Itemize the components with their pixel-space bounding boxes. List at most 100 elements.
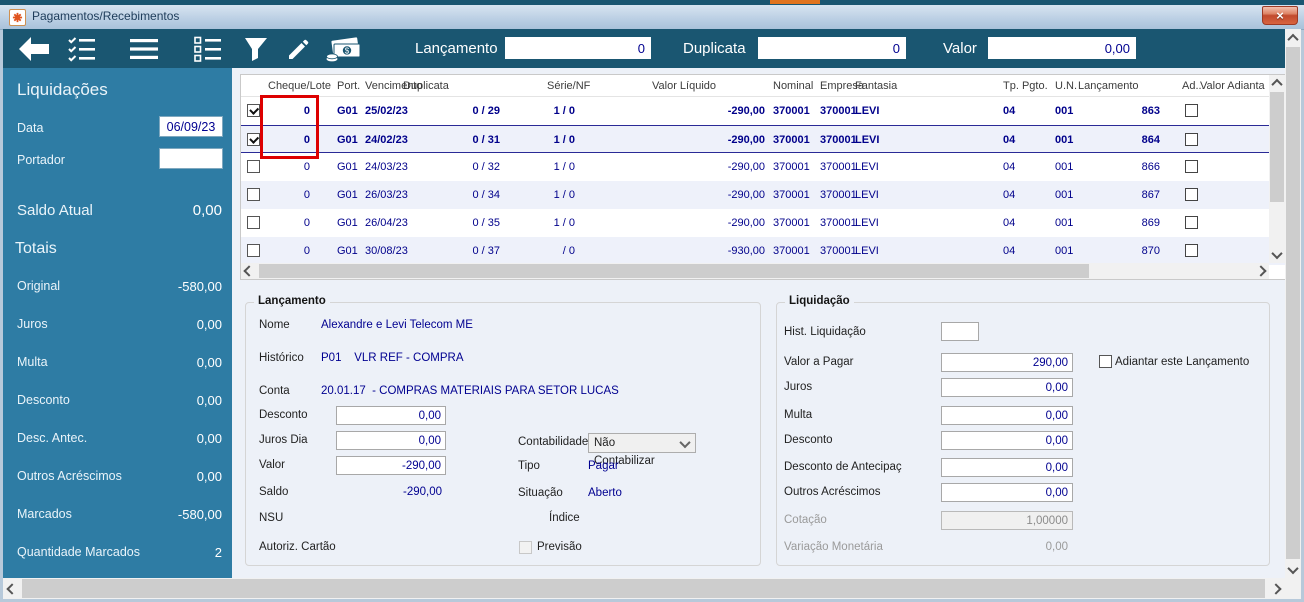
col-header-duplicata[interactable]: Duplicata — [403, 75, 493, 97]
cell-tp: 04 — [1003, 105, 1016, 117]
cell-tp: 04 — [1003, 217, 1016, 229]
row-checkbox[interactable] — [247, 160, 260, 173]
situacao-value: Aberto — [588, 487, 622, 499]
historico-value: P01 VLR REF - COMPRA — [321, 352, 464, 364]
window-scroll-left-button[interactable] — [3, 578, 21, 599]
desconto-input[interactable] — [336, 406, 446, 425]
cell-valor: -290,00 — [727, 217, 765, 229]
multa-input[interactable] — [941, 406, 1073, 425]
row-checkbox[interactable] — [247, 188, 260, 201]
col-header-cheque-lote[interactable]: Cheque/Lote — [268, 75, 348, 97]
pay-button[interactable]: $ — [325, 35, 363, 63]
cell-fantasia: LEVI — [855, 105, 880, 117]
adiantar-checkbox[interactable] — [1099, 355, 1112, 368]
grid-row[interactable]: 0 G01 30/08/23 0 / 37/ 0 -930,00 370001 370001… — [241, 237, 1285, 265]
conta-value: 20.01.17 - COMPRAS MATERIAIS PARA SETOR … — [321, 385, 619, 397]
data-input[interactable] — [159, 116, 223, 137]
contabilidade-select[interactable]: Não Contabilizar — [588, 433, 696, 467]
grid-row[interactable]: 0 G01 24/02/23 0 / 31 1 / 0 -290,00 370001 3700… — [241, 125, 1285, 153]
grid-horizontal-scrollbar[interactable] — [241, 263, 1269, 279]
row-checkbox[interactable] — [247, 216, 260, 229]
window-vscroll-thumb[interactable] — [1286, 47, 1300, 559]
adiantar-row-checkbox[interactable] — [1185, 188, 1198, 201]
window-scroll-right-button[interactable] — [1267, 578, 1285, 599]
window-scroll-down-button[interactable] — [1285, 561, 1301, 578]
col-header-valor-adiantado[interactable]: Valor Adianta — [1200, 75, 1266, 97]
grid-scroll-left-button[interactable] — [241, 263, 257, 279]
cell-nominal: 370001 — [773, 161, 810, 173]
grid-row[interactable]: 0 G01 25/02/23 0 / 29 1 / 0 -290,00 370001 3700… — [241, 97, 1285, 125]
grid-scroll-right-button[interactable] — [1253, 263, 1269, 279]
desconto-label: Desconto — [259, 409, 308, 421]
juros-input[interactable] — [941, 378, 1073, 397]
previsao-checkbox[interactable] — [519, 541, 532, 554]
valor-input[interactable] — [988, 37, 1136, 59]
col-header-fantasia[interactable]: Fantasia — [855, 75, 985, 97]
outros-acrescimos-input[interactable] — [941, 483, 1073, 502]
historico-label: Histórico — [259, 352, 304, 364]
col-header-lancamento[interactable]: Lançamento — [1078, 75, 1168, 97]
chevron-right-icon — [1255, 265, 1267, 277]
grid-vscroll-thumb[interactable] — [1270, 92, 1284, 202]
titlebar[interactable]: Pagamentos/Recebimentos × — [0, 5, 1304, 30]
total-value: 0,00 — [196, 317, 222, 332]
adiantar-row-checkbox[interactable] — [1185, 216, 1198, 229]
chevron-down-icon — [679, 436, 691, 449]
juros-dia-input[interactable] — [336, 431, 446, 450]
grid-scroll-up-button[interactable] — [1269, 75, 1285, 91]
conta-label: Conta — [259, 385, 290, 397]
desconto-liq-input[interactable] — [941, 431, 1073, 450]
edit-button[interactable] — [286, 36, 312, 62]
valor-a-pagar-input[interactable] — [941, 353, 1073, 372]
row-checkbox[interactable] — [247, 244, 260, 257]
adiantar-row-checkbox[interactable] — [1185, 244, 1198, 257]
grid-scroll-down-button[interactable] — [1269, 247, 1285, 263]
col-header-nominal[interactable]: Nominal — [773, 75, 819, 97]
close-button[interactable]: × — [1262, 6, 1298, 25]
cell-serie: 1 / 0 — [553, 134, 575, 146]
adiantar-row-checkbox[interactable] — [1185, 160, 1198, 173]
hist-liquidacao-input[interactable] — [941, 322, 979, 341]
grid-row[interactable]: 0 G01 26/03/23 0 / 34 1 / 0 -290,00 370001 3700… — [241, 181, 1285, 209]
data-grid: Cheque/Lote Port. Vencimento Duplicata S… — [240, 74, 1286, 280]
lancamento-input[interactable] — [505, 37, 651, 59]
cell-serie: 1 / 0 — [553, 161, 575, 173]
total-label: Marcados — [17, 507, 72, 521]
cell-cheque: 0 — [303, 245, 310, 257]
row-checkbox[interactable] — [247, 133, 260, 146]
cell-serie: 1 / 0 — [553, 189, 575, 201]
scrollbar-corner — [1285, 578, 1301, 599]
back-button[interactable] — [17, 35, 51, 63]
cell-cheque: 0 — [303, 189, 310, 201]
window-vertical-scrollbar[interactable] — [1285, 29, 1301, 578]
valor-input[interactable] — [336, 456, 446, 475]
grid-hscroll-thumb[interactable] — [259, 264, 1089, 278]
lancamento-panel: Lançamento Nome Alexandre e Levi Telecom… — [245, 295, 761, 566]
grid-vertical-scrollbar[interactable] — [1269, 75, 1285, 263]
duplicata-input[interactable] — [758, 37, 906, 59]
chevron-up-icon — [1271, 78, 1283, 91]
mark-all-button[interactable] — [67, 36, 97, 62]
adiantar-row-checkbox[interactable] — [1185, 133, 1198, 146]
desconto-antecipacao-input[interactable] — [941, 458, 1073, 477]
grid-row[interactable]: 0 G01 24/03/23 0 / 32 1 / 0 -290,00 370001 3700… — [241, 153, 1285, 181]
unmark-all-button[interactable] — [193, 36, 223, 62]
cell-lanc: 866 — [1141, 161, 1160, 173]
filter-button[interactable] — [243, 36, 269, 62]
col-header-valor-liquido[interactable]: Valor Líquido — [652, 75, 772, 97]
window-horizontal-scrollbar[interactable] — [3, 578, 1285, 599]
grid-header-row: Cheque/Lote Port. Vencimento Duplicata S… — [241, 75, 1285, 97]
col-header-serie-nf[interactable]: Série/NF — [547, 75, 607, 97]
col-header-tp-pgto[interactable]: Tp. Pgto. — [1003, 75, 1053, 97]
window-scroll-up-button[interactable] — [1285, 29, 1301, 46]
cell-dup: 0 / 29 — [472, 105, 500, 117]
valor-field-label: Valor — [943, 40, 977, 57]
multa-label: Multa — [784, 409, 813, 421]
grid-row[interactable]: 0 G01 26/04/23 0 / 35 1 / 0 -290,00 370001 3700… — [241, 209, 1285, 237]
portador-input[interactable] — [159, 148, 223, 169]
window-hscroll-thumb[interactable] — [22, 579, 1265, 598]
row-checkbox[interactable] — [247, 104, 260, 117]
total-label: Outros Acréscimos — [17, 469, 122, 483]
menu-button[interactable] — [129, 37, 159, 61]
adiantar-row-checkbox[interactable] — [1185, 104, 1198, 117]
